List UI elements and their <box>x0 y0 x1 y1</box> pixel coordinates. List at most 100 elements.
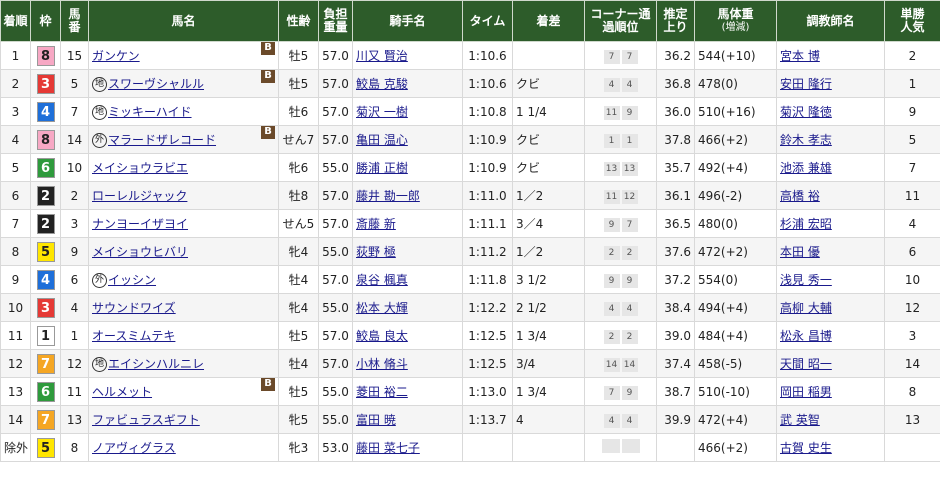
table-row: 14 7 13 ファビュラスギフト 牝5 55.0 富田 暁 1:13.7 4 4 4 39.9 472… <box>0 405 940 434</box>
trainer-link[interactable]: 高柳 大輔 <box>780 301 832 315</box>
table-row: 12 7 12 地エイシンハルニレ 牡4 57.0 小林 脩斗 1:12.5 3/4 14 14 37… <box>0 349 940 378</box>
results-body: 1 8 15 ガンケン B 牡5 57.0 川又 賢治 1:10.6 7 7 36.2 544(+10)… <box>0 41 940 462</box>
time-cell: 1:10.6 <box>462 69 513 98</box>
rank-cell: 5 <box>0 153 31 182</box>
waku-cell: 5 <box>30 237 61 266</box>
rank-cell: 1 <box>0 41 31 70</box>
trainer-cell: 浅見 秀一 <box>776 265 885 294</box>
time-cell: 1:11.0 <box>462 181 513 210</box>
trainer-link[interactable]: 池添 兼雄 <box>780 161 832 175</box>
jockey-link[interactable]: 菊沢 一樹 <box>356 105 408 119</box>
horse-link[interactable]: ガンケン <box>92 49 140 63</box>
jockey-link[interactable]: 藤井 勘一郎 <box>356 189 420 203</box>
last3f-cell: 39.9 <box>656 405 695 434</box>
horse-link[interactable]: ヘルメット <box>92 385 152 399</box>
waku-cell: 4 <box>30 97 61 126</box>
body-weight-diff: (+10) <box>720 48 756 63</box>
horse-link[interactable]: オースミムテキ <box>92 329 175 343</box>
horse-link[interactable]: エイシンハルニレ <box>108 357 204 371</box>
jockey-link[interactable]: 鮫島 良太 <box>356 329 408 343</box>
rank-cell: 13 <box>0 377 31 406</box>
horse-link[interactable]: メイショウヒバリ <box>92 245 188 259</box>
weight-carried-cell: 53.0 <box>318 433 353 462</box>
header-row: 着順 枠 馬番 馬名 性齢 負担重量 騎手名 タイム 着差 コーナー通過順位 推… <box>0 0 940 42</box>
trainer-link[interactable]: 安田 隆行 <box>780 77 832 91</box>
horse-link[interactable]: ファビュラスギフト <box>92 413 200 427</box>
jockey-link[interactable]: 荻野 極 <box>356 245 396 259</box>
trainer-cell: 武 英智 <box>776 405 885 434</box>
trainer-link[interactable]: 菊沢 隆徳 <box>780 105 832 119</box>
jockey-cell: 亀田 温心 <box>352 125 463 154</box>
body-weight-diff: (-5) <box>720 356 743 371</box>
body-weight-cell: 472(+4) <box>694 405 777 434</box>
trainer-link[interactable]: 松永 昌博 <box>780 329 832 343</box>
rank-cell: 7 <box>0 209 31 238</box>
body-weight-value: 494 <box>698 300 721 315</box>
trainer-cell: 天間 昭一 <box>776 349 885 378</box>
trainer-link[interactable]: 杉浦 宏昭 <box>780 217 832 231</box>
margin-cell: 4 <box>512 405 585 434</box>
table-row: 13 6 11 ヘルメット B 牡5 55.0 菱田 裕二 1:13.0 1 3/4 7 9 38.7 5… <box>0 377 940 406</box>
jockey-link[interactable]: 小林 脩斗 <box>356 357 408 371</box>
time-cell: 1:13.0 <box>462 377 513 406</box>
jockey-link[interactable]: 斎藤 新 <box>356 217 396 231</box>
waku-badge: 6 <box>36 381 55 402</box>
trainer-link[interactable]: 本田 優 <box>780 245 820 259</box>
trainer-link[interactable]: 武 英智 <box>780 413 820 427</box>
trainer-link[interactable]: 古賀 史生 <box>780 441 832 455</box>
trainer-link[interactable]: 高橋 裕 <box>780 189 820 203</box>
jockey-link[interactable]: 鮫島 克駿 <box>356 77 408 91</box>
time-cell: 1:10.8 <box>462 97 513 126</box>
waku-cell: 3 <box>30 293 61 322</box>
trainer-link[interactable]: 岡田 稲男 <box>780 385 832 399</box>
horse-link[interactable]: マラードザレコード <box>108 133 216 147</box>
body-weight-cell: 544(+10) <box>694 41 777 70</box>
corner-group: 44 <box>588 76 653 92</box>
margin-cell: クビ <box>512 125 585 154</box>
rank-cell: 除外 <box>0 433 31 462</box>
trainer-link[interactable]: 天間 昭一 <box>780 357 832 371</box>
body-weight-diff: (-10) <box>720 384 750 399</box>
horse-link[interactable]: ミッキーハイド <box>108 105 192 119</box>
waku-badge: 7 <box>36 409 55 430</box>
pop-cell <box>884 433 940 462</box>
corner-group: 13 13 <box>588 160 653 176</box>
jockey-link[interactable]: 松本 大輝 <box>356 301 408 315</box>
trainer-link[interactable]: 鈴木 孝志 <box>780 133 832 147</box>
waku-cell: 2 <box>30 209 61 238</box>
last3f-cell: 37.6 <box>656 237 695 266</box>
corner-cell: 44 <box>584 69 657 98</box>
horse-link[interactable]: サウンドワイズ <box>92 301 176 315</box>
horse-link[interactable]: ナンヨーイザヨイ <box>92 217 188 231</box>
corner-cell: 13 13 <box>584 153 657 182</box>
horse-link[interactable]: イッシン <box>108 273 156 287</box>
jockey-link[interactable]: 藤田 菜七子 <box>356 441 420 455</box>
num-cell: 6 <box>60 265 89 294</box>
corner-group: 22 <box>588 244 653 260</box>
jockey-link[interactable]: 川又 賢治 <box>356 49 408 63</box>
rank-cell: 3 <box>0 97 31 126</box>
trainer-cell: 鈴木 孝志 <box>776 125 885 154</box>
rank-cell: 14 <box>0 405 31 434</box>
horse-link[interactable]: ノアヴィグラス <box>92 441 176 455</box>
body-weight-cell: 494(+4) <box>694 293 777 322</box>
horse-cell: メイショウラビエ <box>88 153 279 182</box>
num-cell: 15 <box>60 41 89 70</box>
trainer-link[interactable]: 浅見 秀一 <box>780 273 832 287</box>
horse-link[interactable]: スワーヴシャルル <box>108 77 204 91</box>
jockey-link[interactable]: 泉谷 楓真 <box>356 273 408 287</box>
jockey-link[interactable]: 菱田 裕二 <box>356 385 408 399</box>
pop-cell: 6 <box>884 237 940 266</box>
jockey-link[interactable]: 亀田 温心 <box>356 133 408 147</box>
sexage-cell: せん7 <box>278 125 319 154</box>
table-row: 5 6 10 メイショウラビエ 牝6 55.0 勝浦 正樹 1:10.9 クビ 13 13 35.7 4… <box>0 153 940 182</box>
horse-link[interactable]: ローレルジャック <box>92 189 187 203</box>
pop-cell: 11 <box>884 181 940 210</box>
corner-position: 7 <box>603 49 620 64</box>
horse-link[interactable]: メイショウラビエ <box>92 161 188 175</box>
jockey-link[interactable]: 富田 暁 <box>356 413 396 427</box>
header-sexage: 性齢 <box>278 0 319 42</box>
time-cell: 1:12.5 <box>462 321 513 350</box>
trainer-link[interactable]: 宮本 博 <box>780 49 820 63</box>
jockey-link[interactable]: 勝浦 正樹 <box>356 161 408 175</box>
